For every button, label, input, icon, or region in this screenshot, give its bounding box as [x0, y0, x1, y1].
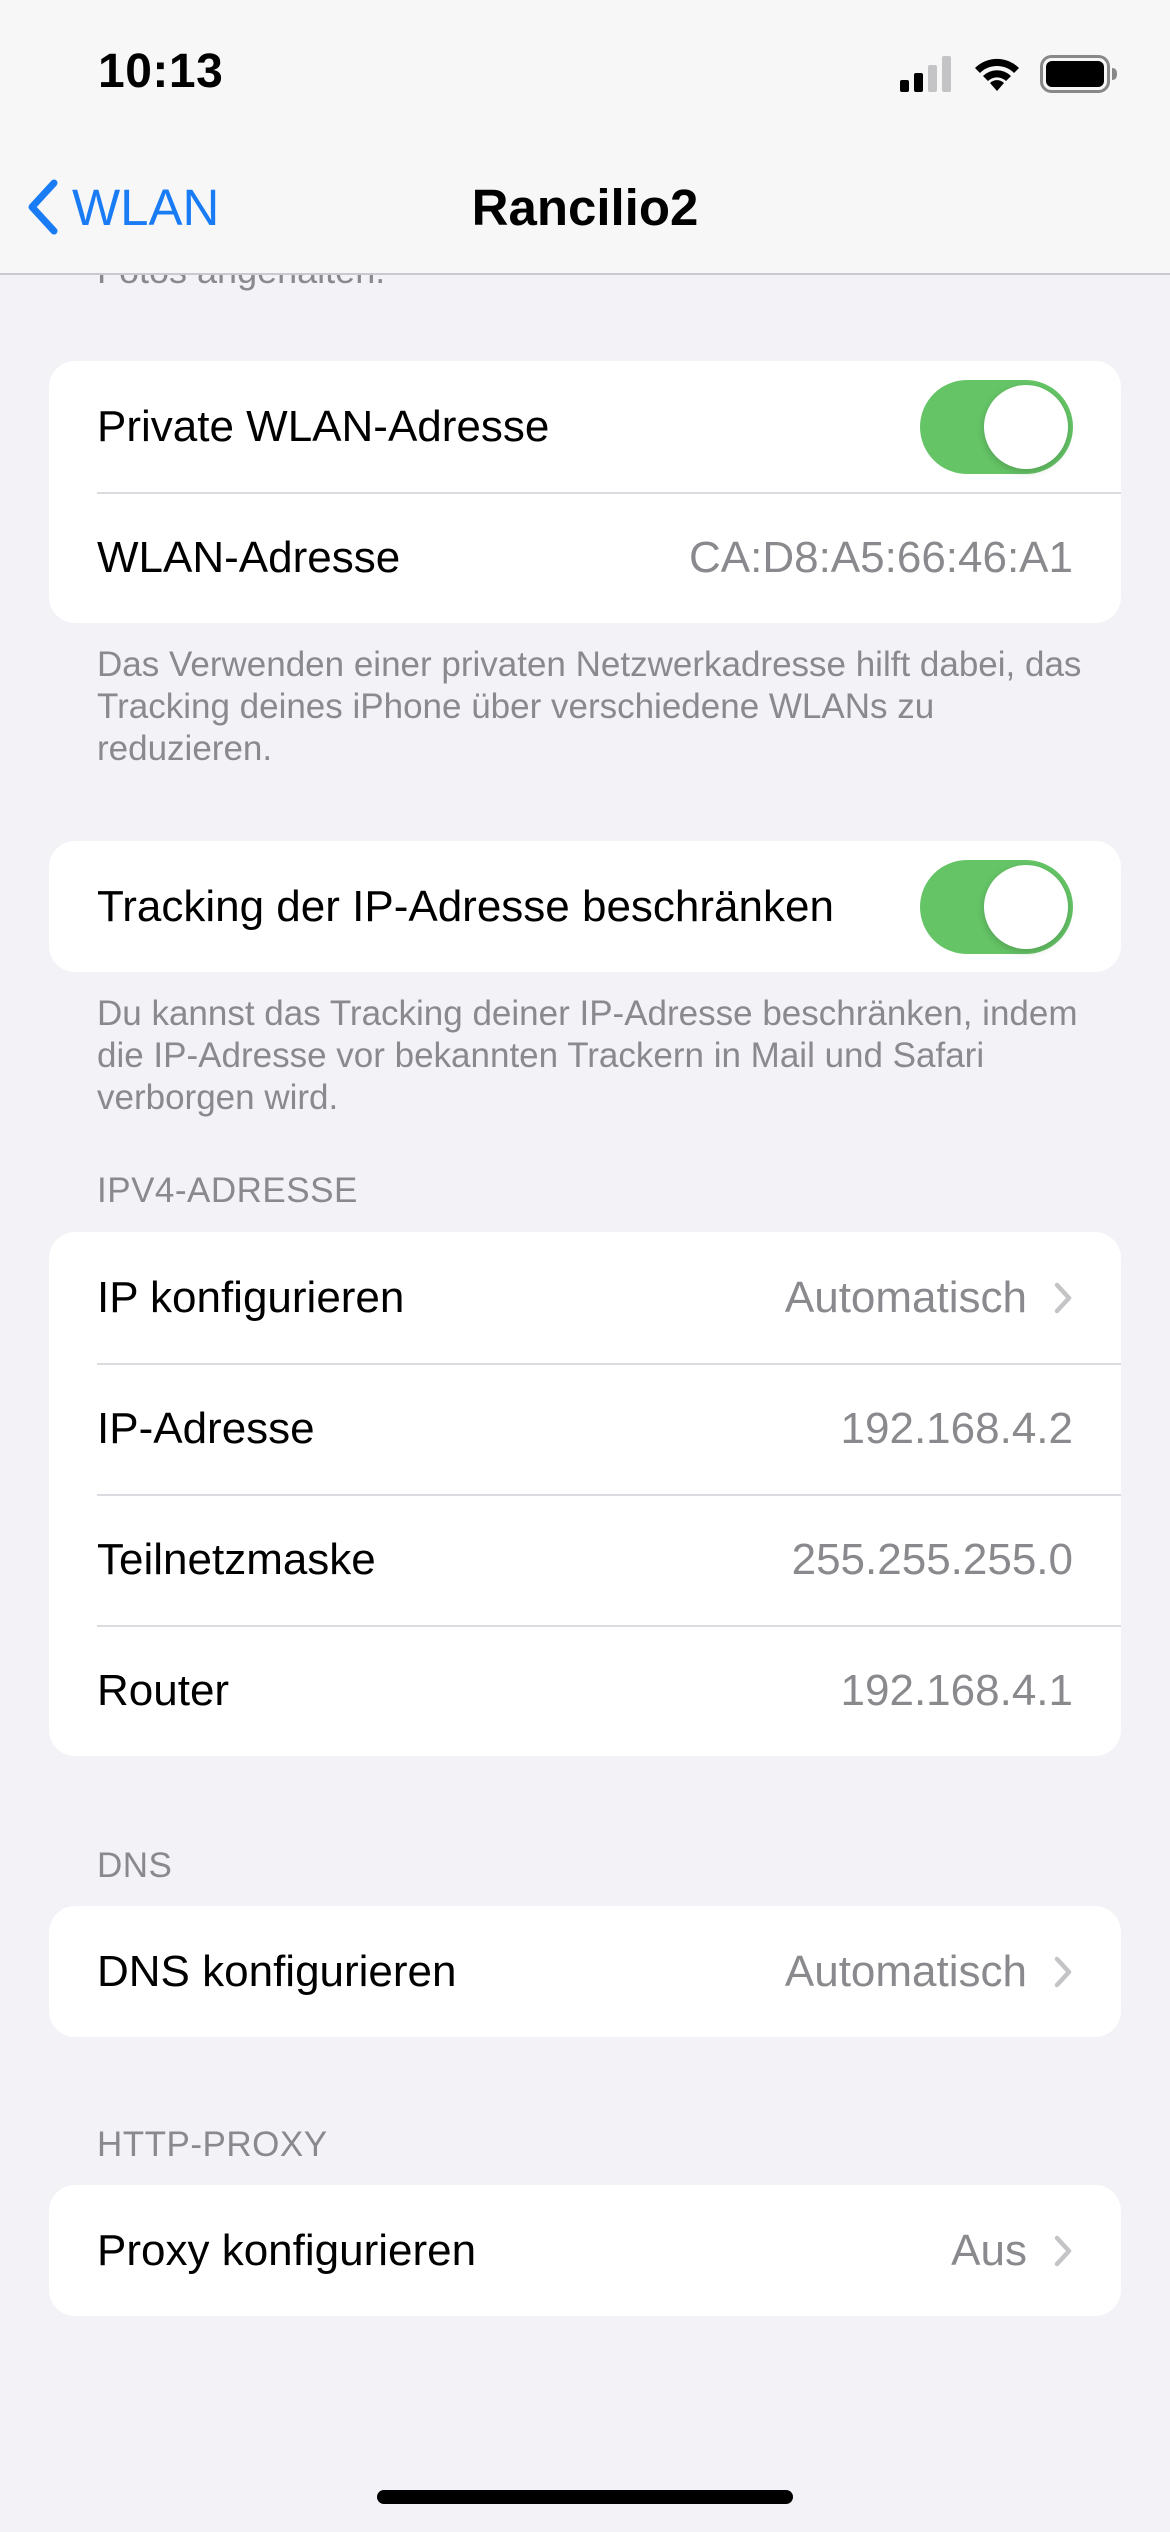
wifi-icon: [975, 58, 1019, 91]
private-address-card: Private WLAN-Adresse WLAN-Adresse CA:D8:…: [49, 361, 1121, 623]
ip-address-label: IP-Adresse: [97, 1403, 315, 1453]
limit-ip-tracking-row: Tracking der IP-Adresse beschränken: [49, 841, 1121, 972]
wlan-address-label: WLAN-Adresse: [97, 532, 401, 582]
navigation-header: 10:13 WLAN Rancilio2: [0, 0, 1170, 275]
router-value: 192.168.4.1: [840, 1665, 1073, 1715]
status-icons: [882, 50, 1118, 98]
toggle-knob: [984, 384, 1068, 469]
limit-ip-tracking-toggle[interactable]: [920, 859, 1073, 954]
http-proxy-section-header: HTTP-PROXY: [97, 2125, 328, 2164]
subnet-mask-row: Teilnetzmaske 255.255.255.0: [49, 1494, 1121, 1625]
subnet-mask-label: Teilnetzmaske: [97, 1534, 376, 1584]
chevron-right-icon: [1054, 1282, 1072, 1313]
subnet-mask-value: 255.255.255.0: [791, 1534, 1073, 1584]
home-indicator[interactable]: [377, 2490, 793, 2504]
private-address-toggle[interactable]: [920, 379, 1073, 474]
configure-ip-label: IP konfigurieren: [97, 1272, 405, 1322]
page-title: Rancilio2: [471, 179, 699, 236]
status-time: 10:13: [98, 45, 224, 98]
limit-ip-tracking-label: Tracking der IP-Adresse beschränken: [97, 881, 834, 931]
battery-icon: [1040, 55, 1117, 93]
tracking-footer: Du kannst das Tracking deiner IP-Adresse…: [97, 994, 1078, 1117]
chevron-right-icon: [1054, 1956, 1072, 1987]
ipv4-card: IP konfigurieren Automatisch IP-Adresse …: [49, 1232, 1121, 1756]
ip-address-row: IP-Adresse 192.168.4.2: [49, 1363, 1121, 1494]
wlan-address-row: WLAN-Adresse CA:D8:A5:66:46:A1: [49, 492, 1121, 623]
configure-proxy-row[interactable]: Proxy konfigurieren Aus: [49, 2185, 1121, 2316]
configure-ip-value: Automatisch: [784, 1272, 1027, 1322]
chevron-right-icon: [1054, 2235, 1072, 2266]
cellular-signal-icon: [900, 56, 951, 92]
router-row: Router 192.168.4.1: [49, 1625, 1121, 1756]
configure-dns-label: DNS konfigurieren: [97, 1946, 457, 1996]
dns-card: DNS konfigurieren Automatisch: [49, 1906, 1121, 2037]
toggle-knob: [984, 864, 1068, 949]
private-address-footer: Das Verwenden einer privaten Netzwerkadr…: [97, 645, 1082, 768]
http-proxy-card: Proxy konfigurieren Aus: [49, 2185, 1121, 2316]
router-label: Router: [97, 1665, 230, 1715]
ipv4-section-header: IPV4-ADRESSE: [97, 1171, 358, 1210]
dns-section-header: DNS: [97, 1846, 173, 1885]
configure-dns-value: Automatisch: [784, 1946, 1027, 1996]
tracking-card: Tracking der IP-Adresse beschränken: [49, 841, 1121, 972]
configure-proxy-value: Aus: [951, 2225, 1027, 2275]
configure-dns-row[interactable]: DNS konfigurieren Automatisch: [49, 1906, 1121, 2037]
private-address-label: Private WLAN-Adresse: [97, 401, 550, 451]
wlan-address-value: CA:D8:A5:66:46:A1: [688, 532, 1073, 582]
configure-proxy-label: Proxy konfigurieren: [97, 2225, 477, 2275]
configure-ip-row[interactable]: IP konfigurieren Automatisch: [49, 1232, 1121, 1363]
ip-address-value: 192.168.4.2: [840, 1403, 1073, 1453]
private-address-row: Private WLAN-Adresse: [49, 361, 1121, 492]
